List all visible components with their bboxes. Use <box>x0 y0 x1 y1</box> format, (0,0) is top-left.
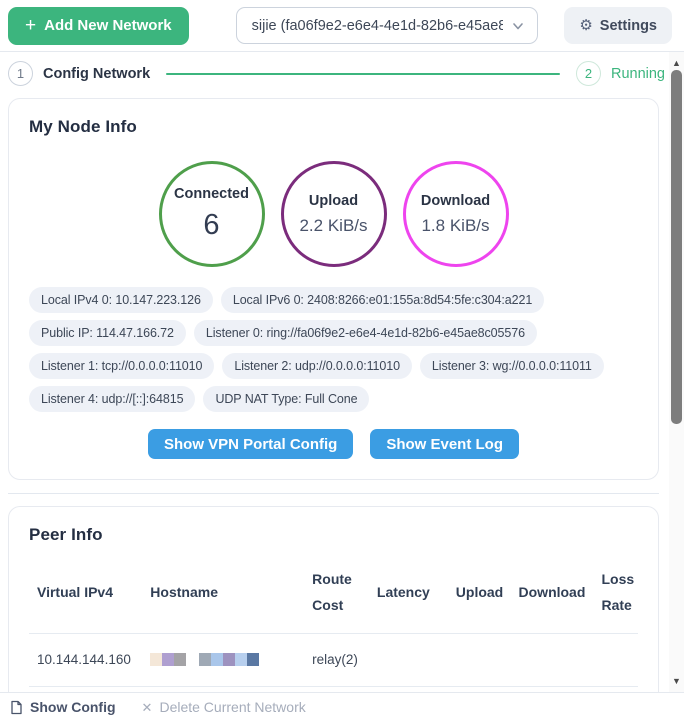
upload-knob: Upload 2.2 KiB/s <box>281 161 387 267</box>
show-vpn-portal-config-button[interactable]: Show VPN Portal Config <box>148 429 353 459</box>
cell-virtual-ipv4: 10.144.144.160 <box>29 633 142 686</box>
connected-value: 6 <box>203 209 219 242</box>
cell-download: 57.7 KiB <box>511 687 594 692</box>
col-upload: Upload <box>448 553 511 633</box>
tag-local-ipv4: Local IPv4 0: 10.147.223.126 <box>29 287 213 313</box>
cell-virtual-ipv4: 10.144.144.55 <box>29 687 142 692</box>
add-new-network-button[interactable]: + Add New Network <box>8 7 189 45</box>
delete-current-network-button[interactable]: ✕ Delete Current Network <box>142 699 306 715</box>
peer-table-header-row: Virtual IPv4 Hostname Route Cost Latency… <box>29 553 638 633</box>
peer-info-title: Peer Info <box>29 525 638 545</box>
col-latency: Latency <box>369 553 448 633</box>
add-new-network-label: Add New Network <box>44 17 172 34</box>
cell-upload <box>448 633 511 686</box>
step1-number: 1 <box>8 61 33 86</box>
tag-listener-2: Listener 2: udp://0.0.0.0:11010 <box>222 353 412 379</box>
col-route-cost: Route Cost <box>304 553 369 633</box>
step-config-network[interactable]: 1 Config Network <box>8 61 150 86</box>
step2-label: Running <box>611 66 665 82</box>
peer-info-card: Peer Info Virtual IPv4 Hostname Route Co… <box>8 506 659 692</box>
connected-label: Connected <box>174 186 249 202</box>
network-select[interactable]: sijie (fa06f9e2-e6e4-4e1d-82b6-e45ae8c05… <box>236 7 538 44</box>
node-actions: Show VPN Portal Config Show Event Log <box>29 429 638 461</box>
tag-udp-nat-type: UDP NAT Type: Full Cone <box>203 386 369 412</box>
tag-row: Listener 4: udp://[::]:64815 UDP NAT Typ… <box>29 386 638 412</box>
stepper: 1 Config Network 2 Running <box>8 61 665 86</box>
col-download: Download <box>511 553 594 633</box>
peer-row: 10.144.144.160 relay(2) <box>29 633 638 686</box>
easytier-app: + Add New Network sijie (fa06f9e2-e6e4-4… <box>0 0 684 721</box>
node-stats-knobs: Connected 6 Upload 2.2 KiB/s Download 1.… <box>29 161 638 267</box>
topbar: + Add New Network sijie (fa06f9e2-e6e4-4… <box>0 0 684 52</box>
cell-latency: 42.812ms <box>369 687 448 692</box>
settings-label: Settings <box>600 18 657 34</box>
scroll-up-icon[interactable]: ▲ <box>669 56 684 70</box>
footer-toolbar: Show Config ✕ Delete Current Network <box>0 692 684 721</box>
tag-local-ipv6: Local IPv6 0: 2408:8266:e01:155a:8d54:5f… <box>221 287 544 313</box>
node-info-title: My Node Info <box>29 117 638 137</box>
settings-button[interactable]: ⚙ Settings <box>564 7 672 44</box>
redacted-hostname <box>150 653 296 667</box>
download-value: 1.8 KiB/s <box>421 216 489 236</box>
step-connector-line <box>166 73 560 75</box>
node-detail-tags: Local IPv4 0: 10.147.223.126 Local IPv6 … <box>29 287 638 412</box>
scroll-content: 1 Config Network 2 Running My Node Info … <box>0 61 669 692</box>
step-running[interactable]: 2 Running <box>576 61 665 86</box>
gear-icon: ⚙ <box>579 18 592 33</box>
show-config-button[interactable]: Show Config <box>10 699 116 715</box>
tag-listener-0: Listener 0: ring://fa06f9e2-e6e4-4e1d-82… <box>194 320 537 346</box>
step1-label: Config Network <box>43 66 150 82</box>
show-config-label: Show Config <box>30 699 116 715</box>
cell-loss-rate <box>593 633 638 686</box>
upload-label: Upload <box>309 193 358 209</box>
col-loss-rate: Loss Rate <box>593 553 638 633</box>
scroll-down-icon[interactable]: ▼ <box>669 674 684 688</box>
chevron-down-icon <box>511 19 525 33</box>
document-icon <box>10 700 23 715</box>
close-icon: ✕ <box>142 701 153 714</box>
vertical-scrollbar[interactable]: ▲ ▼ <box>669 52 684 692</box>
tag-row: Public IP: 114.47.166.72 Listener 0: rin… <box>29 320 638 346</box>
tag-listener-3: Listener 3: wg://0.0.0.0:11011 <box>420 353 604 379</box>
plus-icon: + <box>25 16 36 35</box>
download-label: Download <box>421 193 490 209</box>
network-select-value: sijie (fa06f9e2-e6e4-4e1d-82b6-e45ae8c05… <box>252 18 503 34</box>
upload-value: 2.2 KiB/s <box>299 216 367 236</box>
connected-knob: Connected 6 <box>159 161 265 267</box>
cell-loss-rate: 0% <box>593 687 638 692</box>
cell-hostname <box>142 633 304 686</box>
cell-route-cost: p2p <box>304 687 369 692</box>
card-divider <box>8 493 659 494</box>
col-virtual-ipv4: Virtual IPv4 <box>29 553 142 633</box>
tag-listener-1: Listener 1: tcp://0.0.0.0:11010 <box>29 353 214 379</box>
peer-table: Virtual IPv4 Hostname Route Cost Latency… <box>29 553 638 692</box>
my-node-info-card: My Node Info Connected 6 Upload 2.2 KiB/… <box>8 98 659 480</box>
col-hostname: Hostname <box>142 553 304 633</box>
scrollbar-thumb[interactable] <box>671 70 682 424</box>
tag-public-ip: Public IP: 114.47.166.72 <box>29 320 186 346</box>
cell-route-cost: relay(2) <box>304 633 369 686</box>
scroll-area: 1 Config Network 2 Running My Node Info … <box>0 52 684 692</box>
download-knob: Download 1.8 KiB/s <box>403 161 509 267</box>
step2-number: 2 <box>576 61 601 86</box>
cell-download <box>511 633 594 686</box>
cell-latency <box>369 633 448 686</box>
cell-hostname: iZbp1e26yt6uz7cn5opiy2Z <box>142 687 304 692</box>
show-event-log-button[interactable]: Show Event Log <box>370 429 519 459</box>
peer-row: 10.144.144.55 iZbp1e26yt6uz7cn5opiy2Z p2… <box>29 687 638 692</box>
tag-row: Local IPv4 0: 10.147.223.126 Local IPv6 … <box>29 287 638 313</box>
delete-network-label: Delete Current Network <box>159 699 305 715</box>
cell-upload: 213.2 KiB <box>448 687 511 692</box>
tag-row: Listener 1: tcp://0.0.0.0:11010 Listener… <box>29 353 638 379</box>
tag-listener-4: Listener 4: udp://[::]:64815 <box>29 386 195 412</box>
